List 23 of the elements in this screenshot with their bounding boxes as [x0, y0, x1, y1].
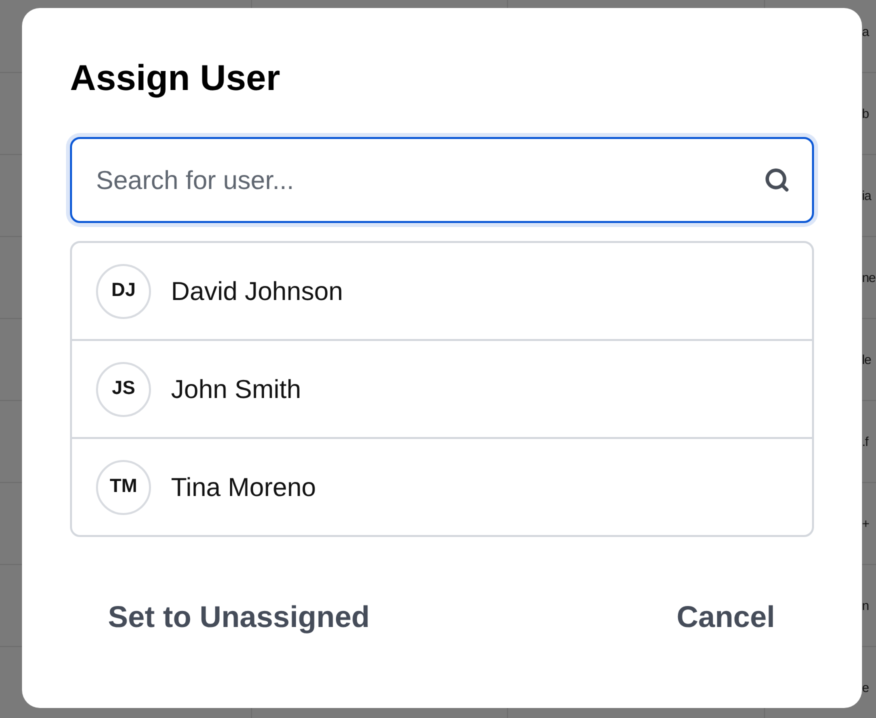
user-name: David Johnson — [171, 274, 343, 308]
user-list-item[interactable]: TM Tina Moreno — [72, 439, 812, 535]
cell-text: b — [862, 107, 869, 120]
user-name: John Smith — [171, 372, 302, 406]
user-list-item[interactable]: DJ David Johnson — [72, 243, 812, 341]
unassign-button[interactable]: Set to Unassigned — [98, 594, 380, 642]
cell-text: le — [862, 353, 871, 366]
cell-text: e — [862, 681, 869, 694]
cell-text: ne — [862, 271, 876, 284]
user-initials-avatar: DJ — [96, 264, 151, 318]
cancel-button[interactable]: Cancel — [666, 594, 785, 642]
user-initials-avatar: JS — [96, 362, 151, 416]
dialog-title: Assign User — [70, 56, 282, 99]
search-field[interactable]: Search for user... — [70, 137, 814, 223]
user-initials-avatar: TM — [96, 460, 151, 514]
cell-text: ia — [862, 189, 871, 202]
cell-text: n — [862, 599, 869, 612]
cell-text: .f — [862, 435, 868, 448]
search-icon[interactable] — [764, 167, 790, 193]
cell-text: a — [862, 25, 869, 38]
cell-text: + — [862, 517, 869, 530]
user-name: Tina Moreno — [171, 470, 316, 504]
user-list-item[interactable]: JS John Smith — [72, 341, 812, 439]
